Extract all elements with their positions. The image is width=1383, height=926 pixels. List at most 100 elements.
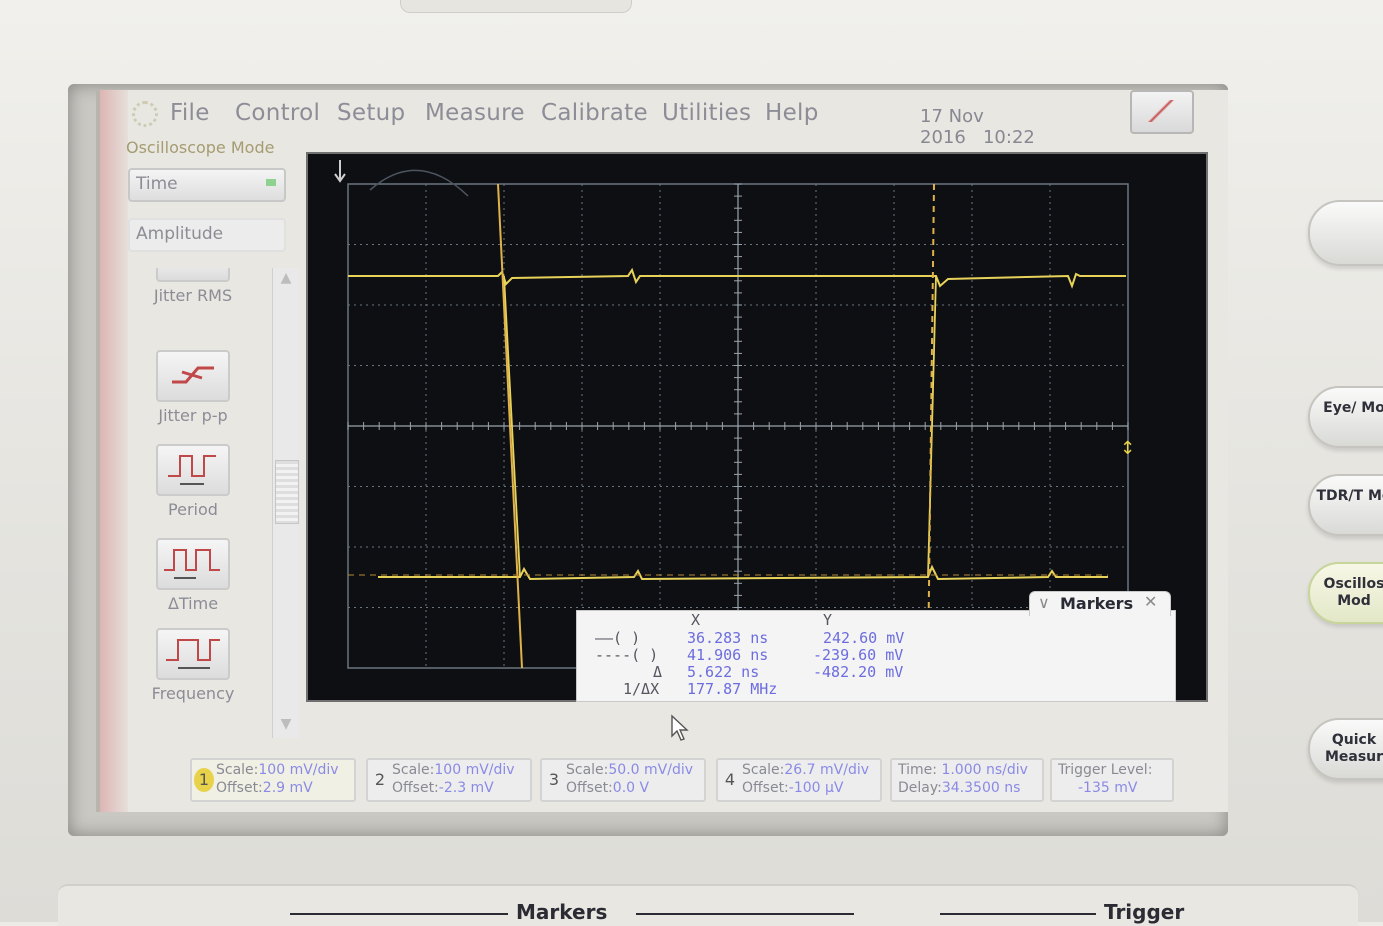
delta-x: 5.622 ns xyxy=(687,663,760,681)
marker1-label: ——( ) xyxy=(595,629,641,647)
trigger-status[interactable]: Trigger Level: -135 mV xyxy=(1050,758,1174,802)
screen-glare xyxy=(100,90,128,812)
menu-measure[interactable]: Measure xyxy=(425,100,525,126)
inv-delta-label: 1/ΔX xyxy=(623,680,660,698)
markers-col-y: Y xyxy=(823,611,833,629)
trigger-level-key: Trigger Level: xyxy=(1058,762,1153,778)
markers-title: Markers xyxy=(1060,594,1134,613)
inv-delta-x: 177.87 MHz xyxy=(687,680,778,698)
timebase-scale: Time: 1.000 ns/div xyxy=(898,762,1028,778)
scroll-up-icon[interactable]: ▲ xyxy=(275,270,297,288)
trigger-position-icon xyxy=(334,160,346,183)
ch4-offset-val: -100 µV xyxy=(788,780,844,796)
waveform-low-level xyxy=(378,564,1108,581)
tool-period-label: Period xyxy=(168,500,218,519)
tdr-mode-button[interactable]: TDR/T Mo xyxy=(1308,474,1383,536)
trigger-panel-line xyxy=(940,913,1100,915)
channel-2-offset: Offset:-2.3 mV xyxy=(392,780,494,796)
time-val: 1.000 ns/div xyxy=(941,762,1028,778)
ch3-scale-val: 50.0 mV/div xyxy=(608,762,694,778)
menu-help[interactable]: Help xyxy=(765,100,819,126)
channel-2-number: 2 xyxy=(374,770,386,789)
markers-panel-line-right xyxy=(636,913,854,915)
ch2-offset-key: Offset: xyxy=(392,780,439,796)
scroll-down-icon[interactable]: ▼ xyxy=(275,716,297,734)
markers-panel-label: Markers xyxy=(508,900,616,924)
tool-delta-time-label: ΔTime xyxy=(167,594,219,613)
tool-scrollbar[interactable]: ▲ ▼ xyxy=(272,268,299,738)
tool-jitter-pp-label: Jitter p-p xyxy=(158,406,228,425)
markers-panel-line-left xyxy=(290,913,508,915)
delta-time-icon xyxy=(156,538,230,590)
trigger-level-key-wrap: Trigger Level: xyxy=(1058,762,1152,778)
jitter-pp-icon xyxy=(156,350,230,402)
hw-button-top[interactable] xyxy=(1308,200,1383,266)
marker2-x: 41.906 ns xyxy=(687,646,769,664)
menu-file[interactable]: File xyxy=(170,100,210,126)
scroll-thumb[interactable] xyxy=(275,460,299,524)
ch4-scale-val: 26.7 mV/div xyxy=(784,762,870,778)
trigger-level-wrap: -135 mV xyxy=(1078,780,1137,796)
menu-control[interactable]: Control xyxy=(235,100,320,126)
channel-1-scale: Scale:100 mV/div xyxy=(216,762,339,778)
channel-1-status[interactable]: 1 Scale:100 mV/div Offset:2.9 mV xyxy=(190,758,356,802)
oscilloscope-mode-button[interactable]: Oscillos Mod xyxy=(1308,562,1383,624)
quick-measure-button[interactable]: Quick Measur xyxy=(1308,718,1383,780)
tool-jitter-rms[interactable]: Jitter RMS xyxy=(130,268,256,305)
menu-utilities[interactable]: Utilities xyxy=(662,100,751,126)
ch3-offset-val: 0.0 V xyxy=(612,780,650,796)
date-display: 17 Nov 2016 10:22 xyxy=(920,106,1035,148)
ch4-offset-key: Offset: xyxy=(742,780,789,796)
timebase-status[interactable]: Time: 1.000 ns/div Delay:34.3500 ns xyxy=(890,758,1044,802)
delay-val: 34.3500 ns xyxy=(941,780,1021,796)
ch1-offset-key: Offset: xyxy=(216,780,263,796)
menu-calibrate[interactable]: Calibrate xyxy=(541,100,648,126)
chevron-down-icon[interactable]: ∨ xyxy=(1038,593,1050,612)
tool-frequency-label: Frequency xyxy=(151,684,235,703)
period-icon xyxy=(156,444,230,496)
close-icon[interactable]: ✕ xyxy=(1144,592,1157,611)
screen-reflection xyxy=(369,169,469,197)
channel-1-number: 1 xyxy=(194,768,214,792)
eye-mode-button[interactable]: Eye/ Mo xyxy=(1308,386,1383,448)
quick-measure-label: Quick Measur xyxy=(1324,732,1383,765)
bezel-top-tab xyxy=(400,0,632,13)
channel-4-offset: Offset:-100 µV xyxy=(742,780,844,796)
waveform-high-level xyxy=(348,267,1126,289)
markers-col-x: X xyxy=(691,611,701,629)
menu-setup[interactable]: Setup xyxy=(337,100,405,126)
time-select-indicator xyxy=(266,179,276,186)
channel-4-status[interactable]: 4 Scale:26.7 mV/div Offset:-100 µV xyxy=(716,758,882,802)
marker1-y: 242.60 mV xyxy=(823,629,905,647)
trigger-level-icon: ↕ xyxy=(1120,438,1135,459)
markers-title-tab[interactable]: ∨ Markers ✕ xyxy=(1029,591,1171,616)
tool-jitter-pp[interactable]: Jitter p-p xyxy=(130,350,256,425)
trigger-level-val: -135 mV xyxy=(1078,780,1138,796)
mode-label: Oscilloscope Mode xyxy=(126,138,275,157)
ch3-offset-key: Offset: xyxy=(566,780,613,796)
tdr-mode-label: TDR/T Mo xyxy=(1316,488,1383,504)
oscilloscope-screen: File Control Setup Measure Calibrate Uti… xyxy=(96,90,1228,812)
channel-4-number: 4 xyxy=(724,770,736,789)
amplitude-select[interactable]: Amplitude xyxy=(128,218,286,252)
time-display: 10:22 xyxy=(982,127,1035,148)
gear-icon[interactable] xyxy=(132,101,158,127)
channel-2-scale: Scale:100 mV/div xyxy=(392,762,515,778)
channel-3-status[interactable]: 3 Scale:50.0 mV/div Offset:0.0 V xyxy=(540,758,706,802)
marker1-x: 36.283 ns xyxy=(687,629,769,647)
oscilloscope-mode-label: Oscillos Mod xyxy=(1323,576,1383,609)
tool-frequency[interactable]: Frequency xyxy=(130,628,256,703)
trigger-panel-label: Trigger xyxy=(1096,900,1193,924)
jitter-rms-icon xyxy=(156,268,230,282)
tool-period[interactable]: Period xyxy=(130,444,256,519)
tool-jitter-rms-label: Jitter RMS xyxy=(153,286,233,305)
tool-delta-time[interactable]: ΔTime xyxy=(130,538,256,613)
marker2-y: -239.60 mV xyxy=(813,646,904,664)
time-key: Time: xyxy=(898,762,937,778)
channel-3-scale: Scale:50.0 mV/div xyxy=(566,762,693,778)
scope-app-button[interactable] xyxy=(1130,90,1194,134)
markers-readout: ∨ Markers ✕ X Y ——( ) 36.283 ns 242.60 m… xyxy=(576,591,1176,702)
time-select[interactable]: Time xyxy=(128,168,286,202)
delta-y: -482.20 mV xyxy=(813,663,904,681)
channel-2-status[interactable]: 2 Scale:100 mV/div Offset:-2.3 mV xyxy=(366,758,532,802)
